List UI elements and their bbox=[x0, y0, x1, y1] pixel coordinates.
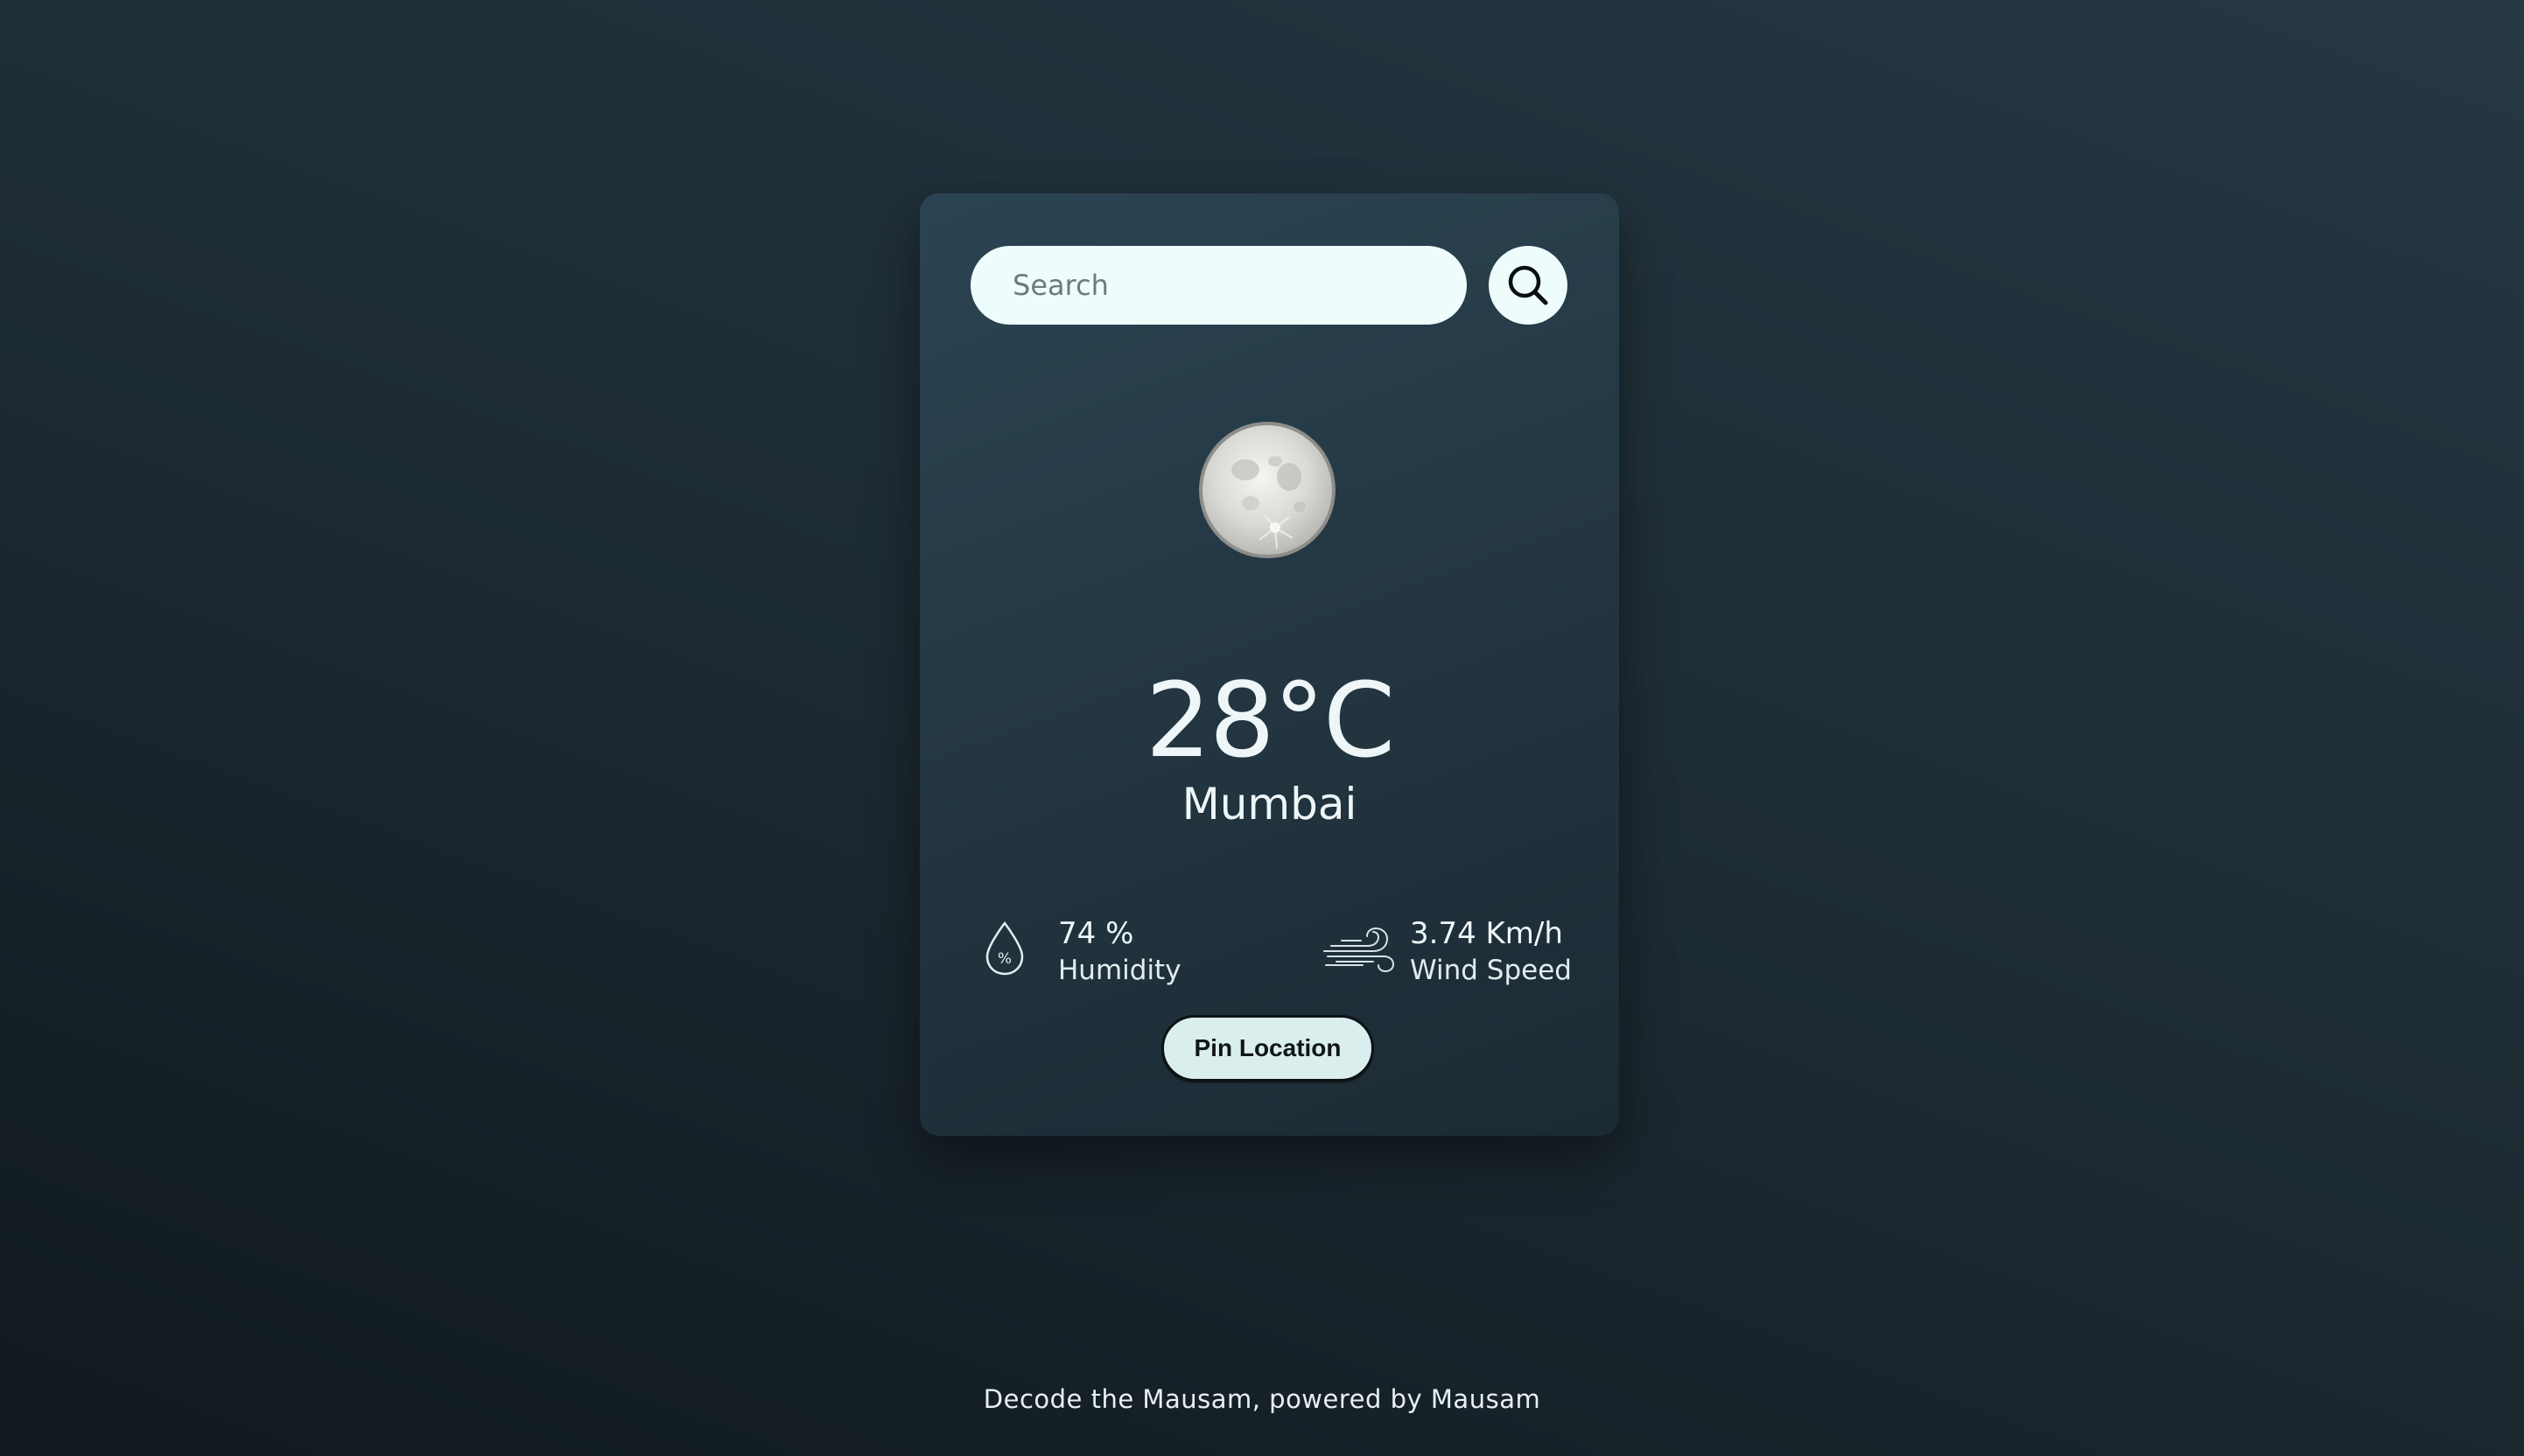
humidity-label: Humidity bbox=[1058, 955, 1181, 986]
humidity-drop-icon: % bbox=[985, 920, 1024, 976]
humidity-value: 74 % bbox=[1058, 916, 1134, 951]
search-input[interactable] bbox=[971, 246, 1467, 325]
search-button[interactable] bbox=[1489, 246, 1567, 325]
svg-text:%: % bbox=[998, 950, 1012, 968]
pin-location-button[interactable]: Pin Location bbox=[1161, 1015, 1374, 1082]
full-moon-icon bbox=[1199, 422, 1336, 558]
humidity-stat: % 74 % Humidity bbox=[983, 907, 1210, 986]
weather-card: 28°C Mumbai % 74 % Humidity 3.74 Km/h Wi… bbox=[920, 193, 1619, 1136]
search-bar bbox=[971, 246, 1568, 325]
wind-stat: 3.74 Km/h Wind Speed bbox=[1322, 907, 1585, 986]
city-name: Mumbai bbox=[1181, 779, 1357, 830]
wind-speed-value: 3.74 Km/h bbox=[1410, 916, 1563, 951]
temperature: 28°C bbox=[1145, 660, 1396, 780]
wind-speed-label: Wind Speed bbox=[1410, 955, 1572, 986]
search-icon bbox=[1508, 265, 1548, 305]
wind-icon bbox=[1323, 927, 1395, 973]
weather-icon bbox=[1196, 419, 1338, 561]
footer-text: Decode the Mausam, powered by Mausam bbox=[983, 1384, 1541, 1414]
